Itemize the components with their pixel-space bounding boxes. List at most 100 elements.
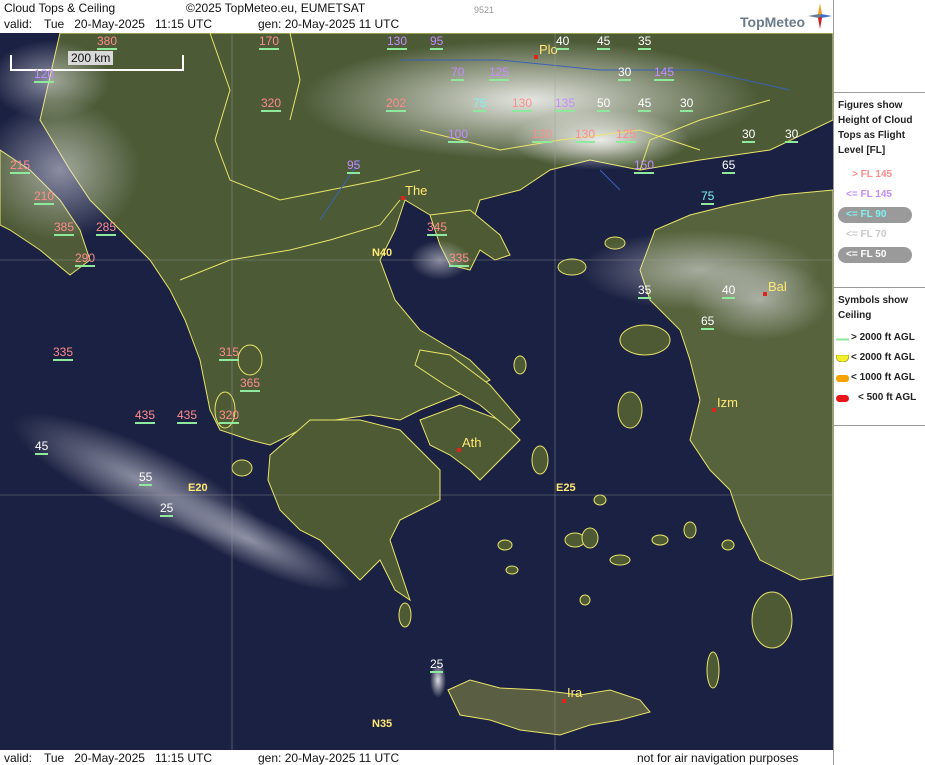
legend-ceiling-item: < 500 ft AGL (858, 392, 917, 403)
cloud-top-figure: 40 (556, 34, 570, 50)
cloud-top-figure: 75 (473, 96, 487, 112)
ceiling-symbol-red-icon (836, 395, 849, 402)
cloud-top-figure: 50 (597, 96, 611, 112)
city-label-the: The (405, 183, 428, 198)
cloud-top-figure: 65 (722, 158, 736, 174)
cloud-top-figure: 315 (219, 345, 240, 361)
ceiling-symbol-orange-icon (836, 375, 849, 382)
legend-heading-ceiling: Symbols show Ceiling (838, 295, 909, 321)
cloud-top-figure: 45 (597, 34, 611, 50)
cloud-top-figure: 95 (347, 158, 361, 174)
cloud-top-figure: 285 (96, 220, 117, 236)
legend-divider (834, 287, 925, 288)
city-label-izm: Izm (717, 395, 738, 410)
cloud-top-figure: 130 (512, 96, 533, 112)
cloud-top-figure: 125 (616, 127, 637, 143)
cloud-top-figure: 435 (135, 408, 156, 424)
cloud-top-figure: 35 (638, 283, 652, 299)
legend-heading-tops: Figures show Height of Cloud Tops as Fli… (838, 100, 913, 156)
city-label-ath: Ath (462, 435, 482, 450)
cloud-top-figure: 150 (634, 158, 655, 174)
disclaimer: not for air navigation purposes (637, 751, 799, 765)
legend-tops-item: <= FL 145 (846, 189, 892, 200)
cloud-top-figure: 320 (219, 408, 240, 424)
map-canvas (0, 33, 833, 750)
cloud-top-figure: 30 (618, 65, 632, 81)
compass-star-icon (808, 3, 832, 29)
cloud-top-figure: 40 (722, 283, 736, 299)
cloud-top-figure: 45 (35, 439, 49, 455)
cloud-top-figure: 435 (177, 408, 198, 424)
cloud-top-figure: 335 (449, 251, 470, 267)
cloud-top-figure: 215 (10, 158, 31, 174)
cloud-top-figure: 130 (575, 127, 596, 143)
cloud-top-figure: 30 (785, 127, 799, 143)
cloud-top-figure: 145 (654, 65, 675, 81)
cloud-top-figure: 170 (259, 34, 280, 50)
legend-ceiling-item: < 2000 ft AGL (851, 352, 915, 363)
legend-tops-item: <= FL 70 (846, 229, 887, 240)
grid-label-e25: E25 (556, 482, 576, 494)
city-label-ira: Ira (567, 685, 583, 700)
city-label-bal: Bal (768, 279, 787, 294)
grid-label-n35: N35 (372, 718, 393, 730)
ceiling-symbol-green-icon (836, 338, 849, 341)
cloud-top-figure: 130 (532, 127, 553, 143)
cloud-top-figure: 65 (701, 314, 715, 330)
footer-bar: valid: Tue 20-May-2025 11:15 UTC gen: 20… (0, 750, 833, 765)
map-title: Cloud Tops & Ceiling (4, 1, 116, 15)
cloud-top-figure: 210 (34, 189, 55, 205)
cloud-top-figure: 25 (430, 657, 444, 673)
valid-label: valid: (4, 17, 33, 31)
legend-ceiling-item: > 2000 ft AGL (851, 332, 915, 343)
legend-ceiling-item: < 1000 ft AGL (851, 372, 915, 383)
legend-tops-item: <= FL 50 (846, 249, 887, 260)
ceiling-symbol-yellow-icon (836, 355, 849, 362)
city-marker-balikesir (763, 292, 767, 296)
cloud-top-figure: 345 (427, 220, 448, 236)
cloud-top-figure: 100 (448, 127, 469, 143)
footer-valid-time: Tue 20-May-2025 11:15 UTC (44, 751, 213, 765)
cloud-top-figure: 290 (75, 251, 96, 267)
scale-label: 200 km (68, 51, 114, 65)
cloud-top-figure: 35 (638, 34, 652, 50)
satellite-map[interactable]: 200 km N40 N35 E20 E25 The Ath Plo Izm B… (0, 33, 833, 750)
gen-time: gen: 20-May-2025 11 UTC (258, 17, 400, 31)
cloud-top-figure: 202 (386, 96, 407, 112)
cloud-top-figure: 25 (160, 501, 174, 517)
legend-tops-item: <= FL 90 (846, 209, 887, 220)
footer-valid-label: valid: (4, 751, 33, 765)
footer-gen-time: gen: 20-May-2025 11 UTC (258, 751, 400, 765)
cloud-top-figure: 130 (387, 34, 408, 50)
cloud-top-figure: 70 (451, 65, 465, 81)
cloud-top-figure: 385 (54, 220, 75, 236)
city-marker-athens (457, 448, 461, 452)
city-label-plo: Plo (539, 42, 558, 57)
cloud-top-figure: 365 (240, 376, 261, 392)
cloud-top-figure: 120 (34, 67, 55, 83)
legend-panel: Figures show Height of Cloud Tops as Fli… (833, 0, 925, 765)
cloud-top-figure: 55 (139, 470, 153, 486)
cloud-top-figure: 95 (430, 34, 444, 50)
cloud-top-figure: 335 (53, 345, 74, 361)
legend-divider (834, 425, 925, 426)
legend-divider (834, 92, 925, 93)
cloud-top-figure: 30 (680, 96, 694, 112)
cloud-top-figure: 320 (261, 96, 282, 112)
grid-label-n40: N40 (372, 247, 393, 259)
copyright: ©2025 TopMeteo.eu, EUMETSAT (186, 1, 366, 15)
brand-logo-text: TopMeteo (740, 14, 806, 30)
grid-label-e20: E20 (188, 482, 208, 494)
city-marker-izmir (712, 408, 716, 412)
cloud-top-figure: 45 (638, 96, 652, 112)
legend-tops-item: > FL 145 (852, 169, 893, 180)
image-code: 9521 (474, 5, 495, 15)
cloud-top-figure: 125 (489, 65, 510, 81)
cloud-top-figure: 75 (701, 189, 715, 205)
cloud-top-figure: 135 (555, 96, 576, 112)
city-marker-iraklion (562, 699, 566, 703)
valid-time: Tue 20-May-2025 11:15 UTC (44, 17, 213, 31)
cloud-top-figure: 30 (742, 127, 756, 143)
city-marker-plovdiv (534, 55, 538, 59)
header-bar: Cloud Tops & Ceiling ©2025 TopMeteo.eu, … (0, 0, 833, 33)
